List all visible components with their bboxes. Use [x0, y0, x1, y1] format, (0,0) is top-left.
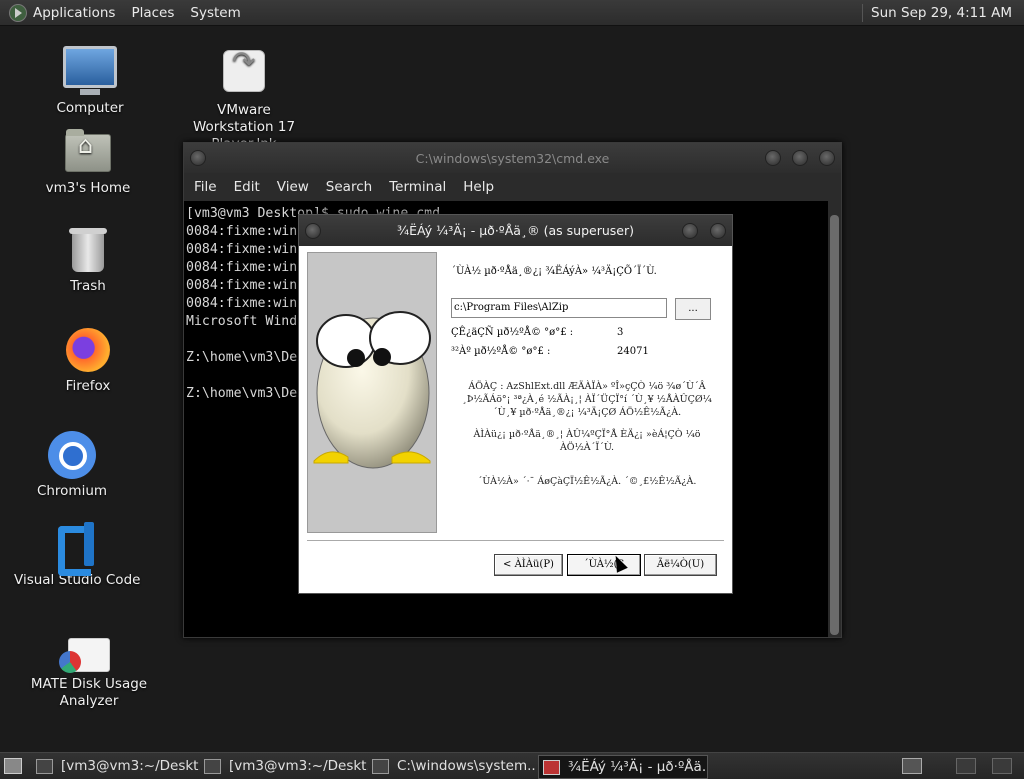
workspace-3[interactable]	[992, 758, 1012, 774]
desktop-icon-label: Firefox	[65, 378, 111, 394]
dialog-separator	[307, 540, 724, 542]
notice-text: ´ÙÀ½À» ´­·¯ ÁøÇàÇÏ½Ê½Ã¿À. ´©¸£½Ê½Ã¿À.	[477, 476, 697, 487]
desktop-icon-label: Computer	[56, 100, 124, 116]
taskbar-item-label: [vm3@vm3:~/Deskt...	[229, 758, 368, 774]
desktop-icon-trash[interactable]: Trash	[38, 228, 138, 295]
scrollbar-thumb[interactable]	[830, 215, 839, 635]
next-button[interactable]: ´ÙÀ½(S	[567, 554, 641, 576]
terminal-app-icon	[36, 758, 53, 774]
taskbar-item-label: [vm3@vm3:~/Deskt...	[61, 758, 200, 774]
home-folder-icon	[65, 129, 111, 172]
terminal-menubar: File Edit View Search Terminal Help	[184, 173, 841, 201]
places-menu[interactable]: Places	[131, 5, 174, 21]
terminal-app-icon	[204, 758, 221, 774]
menu-help[interactable]: Help	[463, 179, 494, 195]
applications-menu[interactable]: Applications	[33, 5, 115, 21]
taskbar-item-label: C:\windows\system...	[397, 758, 536, 774]
notice-line: ÀÖ½À´Ï´Ù.	[559, 442, 615, 453]
desktop-icon-label: Chromium	[36, 483, 108, 499]
dialog-titlebar[interactable]: ¾ËÁý ¼³Ä¡ - µð·ºÅä¸® (as superuser)	[299, 215, 732, 246]
close-button[interactable]	[710, 223, 726, 239]
menu-edit[interactable]: Edit	[234, 179, 260, 195]
terminal-title: C:\windows\system32\cmd.exe	[415, 150, 610, 166]
dialog-title: ¾ËÁý ¼³Ä¡ - µð·ºÅä¸® (as superuser)	[397, 223, 634, 238]
taskbar-item[interactable]: [vm3@vm3:~/Deskt...	[204, 755, 368, 777]
chromium-icon	[48, 431, 96, 479]
notice-line: ÀÌÀü¿¡ µð·ºÅä¸®¸¦ ÀÛ¼ºÇÏ°Å ÈÄ¿¡ »èÁ¦ÇÒ ¼…	[473, 429, 701, 440]
system-menu[interactable]: System	[190, 5, 240, 21]
menu-terminal[interactable]: Terminal	[389, 179, 446, 195]
cancel-button[interactable]: Ãë¼Ò(U)	[644, 554, 717, 576]
firefox-icon	[66, 328, 110, 372]
window-menu-button[interactable]	[305, 223, 321, 239]
required-space-value: 3	[617, 327, 624, 338]
installer-dialog[interactable]: ¾ËÁý ¼³Ä¡ - µð·ºÅä¸® (as superuser) ´ÙÀ½…	[298, 214, 733, 594]
monitor-icon	[63, 46, 117, 95]
terminal-titlebar[interactable]: C:\windows\system32\cmd.exe	[184, 143, 841, 173]
clock[interactable]: Sun Sep 29, 4:11 AM	[871, 5, 1012, 21]
workspace-1[interactable]	[902, 758, 922, 774]
desktop-icon-firefox[interactable]: Firefox	[38, 328, 138, 395]
notice-line: ÁÖÀÇ : AzShlExt.dll ÆÄÀÏÀ» ºÎ»çÇÒ ¼ö ¾ø´…	[468, 381, 706, 392]
taskbar-item-label: ¾ËÁý ¼³Ä¡ - µð·ºÅä...	[568, 759, 708, 775]
desktop-icon-chromium[interactable]: Chromium	[22, 431, 122, 500]
available-space-value: 24071	[617, 346, 649, 357]
workspace-2[interactable]	[956, 758, 976, 774]
taskbar-item[interactable]: [vm3@vm3:~/Deskt...	[36, 755, 200, 777]
bottom-taskbar: [vm3@vm3:~/Deskt... [vm3@vm3:~/Deskt... …	[0, 752, 1024, 779]
desktop-icon-vmware[interactable]: VMware Workstation 17 Player.lnk	[176, 50, 312, 153]
install-path-field[interactable]: c:\Program Files\AlZip	[451, 298, 667, 318]
close-button[interactable]	[819, 150, 835, 166]
required-space-label: ÇÊ¿äÇÑ µð½ºÅ© °ø°£ :	[451, 327, 574, 338]
available-space-label: ³²Àº µð½ºÅ© °ø°£ :	[451, 346, 551, 357]
notice-text: ÁÖÀÇ : AzShlExt.dll ÆÄÀÏÀ» ºÎ»çÇÒ ¼ö ¾ø´…	[459, 380, 715, 419]
back-button[interactable]: < ÀÌÀü(P)	[494, 554, 563, 576]
notice-line: ¸Þ½ÃÁö°¡ ³ª¿À¸é ½ÃÀ¡¸¦ ÀÏ´ÜÇÏ°í ´Ù¸¥ ½ÅÀ…	[462, 394, 712, 405]
menu-file[interactable]: File	[194, 179, 217, 195]
desktop-icon-label: Trash	[70, 278, 106, 294]
mascot-image	[307, 252, 437, 533]
dialog-intro: ´ÙÀ½ µð·ºÅä¸®¿¡ ¾ËÁýÀ» ¼³Ä¡ÇÕ´Ï´Ù.	[451, 266, 657, 277]
terminal-app-icon	[372, 758, 389, 774]
installer-app-icon	[543, 759, 560, 775]
menu-view[interactable]: View	[277, 179, 309, 195]
mate-menu-icon[interactable]	[9, 3, 27, 22]
desktop-icon-home[interactable]: vm3's Home	[38, 129, 138, 197]
desktop-icon-label: vm3's Home	[45, 180, 131, 196]
terminal-scrollbar[interactable]	[828, 201, 841, 637]
taskbar-item[interactable]: C:\windows\system...	[372, 755, 536, 777]
shortcut-link-icon	[223, 50, 265, 92]
desktop-icon-label: MATE Disk Usage Analyzer	[30, 676, 148, 709]
notice-text: ÀÌÀü¿¡ µð·ºÅä¸®¸¦ ÀÛ¼ºÇÏ°Å ÈÄ¿¡ »èÁ¦ÇÒ ¼…	[459, 428, 715, 454]
disk-usage-icon	[59, 638, 110, 673]
minimize-button[interactable]	[765, 150, 781, 166]
trash-icon	[69, 228, 107, 272]
maximize-button[interactable]	[682, 223, 698, 239]
menu-search[interactable]: Search	[326, 179, 372, 195]
panel-separator	[862, 3, 864, 22]
top-panel: Applications Places System Sun Sep 29, 4…	[0, 0, 1024, 26]
vscode-icon	[52, 522, 96, 566]
taskbar-item-active[interactable]: ¾ËÁý ¼³Ä¡ - µð·ºÅä...	[538, 755, 708, 779]
desktop-icon-computer[interactable]: Computer	[40, 46, 140, 117]
show-desktop-icon[interactable]	[4, 758, 22, 774]
browse-button[interactable]: ...	[675, 298, 711, 320]
desktop-icon-vscode[interactable]: Visual Studio Code	[14, 522, 140, 589]
window-menu-button[interactable]	[190, 150, 206, 166]
notice-line: ´Ù¸¥ µð·ºÅä¸®¿¡ ¼³Ä¡ÇØ ÁÖ½Ê½Ã¿À.	[492, 407, 682, 418]
maximize-button[interactable]	[792, 150, 808, 166]
desktop-icon-disk-usage[interactable]: MATE Disk Usage Analyzer	[24, 638, 154, 710]
